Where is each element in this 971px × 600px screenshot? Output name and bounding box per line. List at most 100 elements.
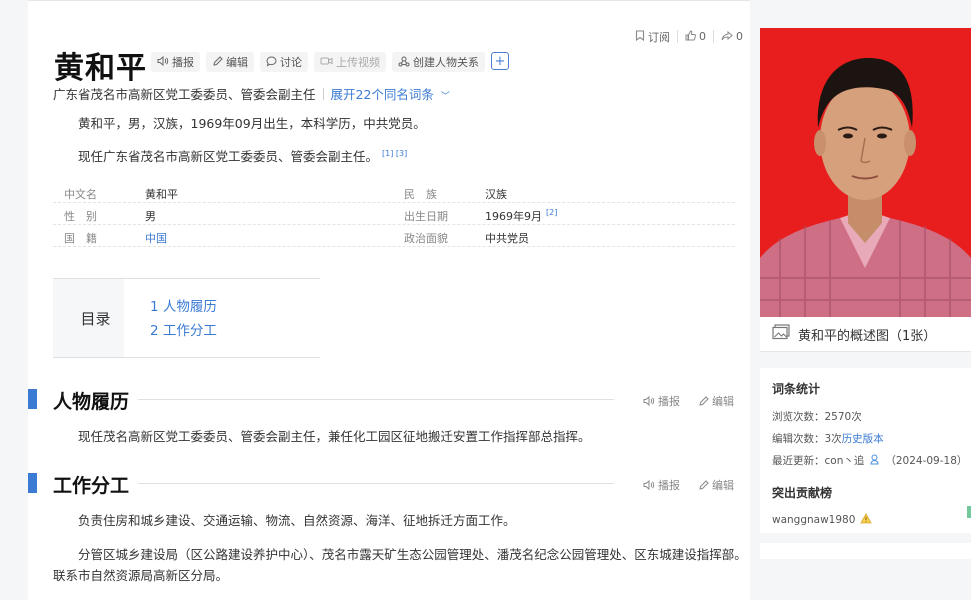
reference-link[interactable]: [2] xyxy=(546,208,557,217)
toc-item-career[interactable]: 1 人物履历 xyxy=(150,295,217,315)
same-name-entries-link[interactable]: 展开22个同名词条 ﹀ xyxy=(331,84,450,103)
subscribe-label: 订阅 xyxy=(648,30,670,44)
entry-subtitle: 广东省茂名市高新区党工委委员、管委会副主任 xyxy=(53,87,316,102)
section-edit-button[interactable]: 编辑 xyxy=(698,393,734,409)
contributor-name[interactable]: wanggnaw1980 xyxy=(772,514,855,526)
duties-text-3: 联系市自然资源局高新区分局。 xyxy=(53,568,229,583)
infobox-value: 1969年9月 [2] xyxy=(485,208,558,223)
page-title: 黄和平 xyxy=(54,51,147,86)
duties-text-2: 分管区城乡建设局（区公路建设养护中心）、茂名市露天矿生态公园管理处、潘茂名纪念公… xyxy=(78,547,747,562)
pencil-icon xyxy=(698,395,709,407)
speaker-icon xyxy=(157,55,169,68)
infobox-value: 汉族 xyxy=(485,188,507,201)
chevron-down-icon: ﹀ xyxy=(440,92,450,102)
contributor-row: wanggnaw1980 xyxy=(772,513,971,527)
discuss-button[interactable]: 讨论 xyxy=(260,52,308,72)
infobox-row: 性 别 男 出生日期 1969年9月 [2] xyxy=(53,203,735,225)
page: 订阅 0 0 黄和平 播报 编辑 讨论 上传视频 创建人物关系 + 广东省茂名市… xyxy=(0,0,971,600)
pencil-icon xyxy=(212,55,223,69)
last-update-row: 最近更新：con丶追 （2024-09-18） xyxy=(772,453,971,468)
video-camera-icon xyxy=(320,56,333,68)
share-icon xyxy=(721,30,733,43)
broadcast-button[interactable]: 播报 xyxy=(151,52,200,72)
section-broadcast-button[interactable]: 播报 xyxy=(643,477,680,493)
section-actions: 播报 编辑 xyxy=(643,477,734,493)
people-relation-icon xyxy=(398,56,410,69)
section-marker xyxy=(28,473,37,493)
infobox-value: 中共党员 xyxy=(485,232,529,245)
toc-item-duties[interactable]: 2 工作分工 xyxy=(150,319,217,339)
plus-icon: + xyxy=(494,53,506,69)
like-count: 0 xyxy=(699,30,706,43)
create-relation-button[interactable]: 创建人物关系 xyxy=(392,52,485,72)
section-marker xyxy=(28,389,37,409)
photo-caption-text: 黄和平的概述图（1张） xyxy=(798,328,937,344)
like-button[interactable]: 0 xyxy=(677,30,713,43)
edit-label: 编辑 xyxy=(226,56,248,69)
warning-badge-icon xyxy=(860,513,873,527)
infobox-row: 国 籍 中国 政治面貌 中共党员 xyxy=(53,225,735,247)
upload-video-label: 上传视频 xyxy=(336,56,380,69)
table-of-contents: 目录 1 人物履历 2 工作分工 xyxy=(53,278,320,358)
edit-button[interactable]: 编辑 xyxy=(206,52,254,72)
entry-stats-panel: 词条统计 浏览次数：2570次 编辑次数：3次 历史版本 最近更新：con丶追 … xyxy=(760,368,971,533)
stats-title: 词条统计 xyxy=(772,382,821,396)
section-broadcast-button[interactable]: 播报 xyxy=(643,393,680,409)
summary-paragraph-1: 黄和平，男，汉族，1969年09月出生，本科学历，中共党员。 xyxy=(78,116,426,131)
infobox: 中文名 黄和平 民 族 汉族 性 别 男 出生日期 1969年9月 [2] 国 籍… xyxy=(53,181,735,247)
side-tab[interactable] xyxy=(967,506,971,518)
image-gallery-icon xyxy=(772,324,790,344)
section-divider xyxy=(138,399,614,400)
main-content: 订阅 0 0 黄和平 播报 编辑 讨论 上传视频 创建人物关系 + 广东省茂名市… xyxy=(28,0,750,600)
last-update-user[interactable]: 最近更新：con丶追 xyxy=(772,453,864,468)
section-divider xyxy=(138,483,614,484)
section-edit-button[interactable]: 编辑 xyxy=(698,477,734,493)
thumbs-up-icon xyxy=(685,30,696,43)
infobox-value: 黄和平 xyxy=(145,188,178,201)
upload-video-button[interactable]: 上传视频 xyxy=(314,52,386,72)
speaker-icon xyxy=(643,480,655,490)
share-button[interactable]: 0 xyxy=(713,30,750,43)
speaker-icon xyxy=(643,396,655,406)
portrait-illustration xyxy=(760,28,971,317)
infobox-key: 性 别 xyxy=(64,210,97,223)
sidebar: 黄和平的概述图（1张） 词条统计 浏览次数：2570次 编辑次数：3次 历史版本… xyxy=(750,0,971,600)
bookmark-icon xyxy=(635,30,645,43)
section-title-duties: 工作分工 xyxy=(53,471,138,498)
create-relation-label: 创建人物关系 xyxy=(413,56,479,69)
discuss-label: 讨论 xyxy=(280,56,302,69)
broadcast-label: 播报 xyxy=(172,56,194,69)
infobox-key: 国 籍 xyxy=(64,232,97,245)
reference-link[interactable]: [1] [3] xyxy=(382,149,407,158)
contrib-title: 突出贡献榜 xyxy=(772,486,833,500)
infobox-key: 出生日期 xyxy=(404,210,448,223)
share-count: 0 xyxy=(736,30,743,43)
portrait-photo[interactable] xyxy=(760,28,971,317)
duties-text-1: 负责住房和城乡建设、交通运输、物流、自然资源、海洋、征地拆迁方面工作。 xyxy=(78,513,516,528)
photo-caption[interactable]: 黄和平的概述图（1张） xyxy=(760,317,971,352)
top-action-bar: 订阅 0 0 xyxy=(628,30,750,44)
subscribe-button[interactable]: 订阅 xyxy=(628,30,677,44)
user-badge-icon xyxy=(870,454,879,468)
history-version-link[interactable]: 历史版本 xyxy=(842,431,884,446)
sidebar-bottom-panel xyxy=(760,543,971,559)
infobox-value: 男 xyxy=(145,210,156,223)
pencil-icon xyxy=(698,479,709,491)
toc-label: 目录 xyxy=(53,279,124,357)
view-count: 浏览次数：2570次 xyxy=(772,411,862,423)
infobox-row: 中文名 黄和平 民 族 汉族 xyxy=(53,181,735,203)
section-title-career: 人物履历 xyxy=(53,387,138,414)
summary-paragraph-2: 现任广东省茂名市高新区党工委委员、管委会副主任。 [1] [3] xyxy=(78,148,408,164)
section-actions: 播报 编辑 xyxy=(643,393,734,409)
entry-subtitle-row: 广东省茂名市高新区党工委委员、管委会副主任 展开22个同名词条 ﹀ xyxy=(53,84,450,103)
title-actions: 播报 编辑 讨论 上传视频 创建人物关系 + xyxy=(151,52,509,72)
left-gutter xyxy=(0,0,28,600)
infobox-key: 民 族 xyxy=(404,188,437,201)
add-button[interactable]: + xyxy=(491,52,509,70)
infobox-key: 政治面貌 xyxy=(404,232,448,245)
career-text: 现任茂名高新区党工委委员、管委会副主任，兼任化工园区征地搬迁安置工作指挥部总指挥… xyxy=(78,429,591,444)
chat-bubble-icon xyxy=(266,55,277,69)
infobox-key: 中文名 xyxy=(64,188,97,201)
nationality-link[interactable]: 中国 xyxy=(145,230,167,246)
divider xyxy=(322,87,324,100)
